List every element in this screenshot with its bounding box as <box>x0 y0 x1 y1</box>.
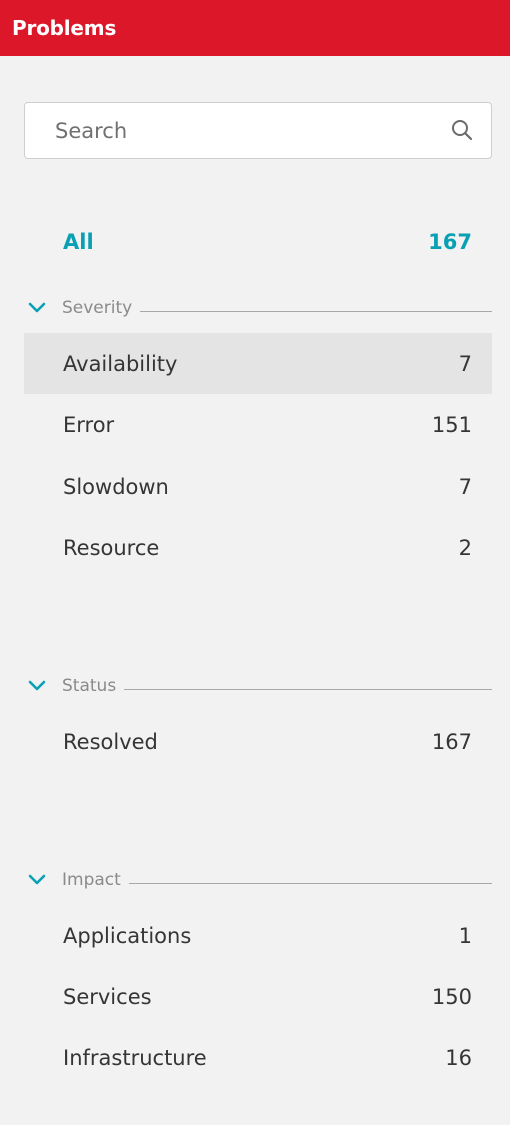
section-divider <box>128 882 492 884</box>
filter-item-label: Resource <box>63 535 160 560</box>
filter-item-resolved[interactable]: Resolved 167 <box>24 711 492 772</box>
filter-item-label: Applications <box>63 923 192 948</box>
filter-item-count: 7 <box>458 474 472 499</box>
search-input[interactable] <box>25 102 443 159</box>
search-box[interactable] <box>24 102 492 159</box>
filter-item-applications[interactable]: Applications 1 <box>24 905 492 966</box>
filter-item-label: Slowdown <box>63 474 169 499</box>
filter-item-count: 1 <box>458 923 472 948</box>
filter-item-label: Error <box>63 412 115 437</box>
filter-item-count: 2 <box>458 535 472 560</box>
section-severity-label: Severity <box>62 298 133 318</box>
filter-item-count: 7 <box>458 351 472 376</box>
filter-all-label: All <box>63 229 94 254</box>
filter-item-infrastructure[interactable]: Infrastructure 16 <box>24 1027 492 1088</box>
section-severity-header[interactable]: Severity <box>24 296 492 320</box>
filter-item-slowdown[interactable]: Slowdown 7 <box>24 456 492 517</box>
filter-item-resource[interactable]: Resource 2 <box>24 517 492 578</box>
section-status-label: Status <box>62 676 117 696</box>
filter-item-count: 150 <box>431 984 472 1009</box>
chevron-down-icon[interactable] <box>28 298 54 318</box>
filter-item-label: Services <box>63 984 152 1009</box>
filter-item-label: Resolved <box>63 729 158 754</box>
filter-all[interactable]: All 167 <box>24 211 492 272</box>
panel-header: Problems <box>0 0 510 56</box>
filter-item-availability[interactable]: Availability 7 <box>24 333 492 394</box>
section-status-header[interactable]: Status <box>24 674 492 698</box>
section-impact-label: Impact <box>62 870 121 890</box>
search-icon[interactable] <box>443 111 483 151</box>
panel-title: Problems <box>12 16 117 40</box>
chevron-down-icon[interactable] <box>28 676 54 696</box>
filter-item-label: Availability <box>63 351 178 376</box>
chevron-down-icon[interactable] <box>28 870 54 890</box>
filter-all-count: 167 <box>428 229 472 254</box>
filter-item-label: Infrastructure <box>63 1045 207 1070</box>
filter-item-count: 167 <box>431 729 472 754</box>
filter-item-services[interactable]: Services 150 <box>24 966 492 1027</box>
filter-item-count: 151 <box>431 412 472 437</box>
section-divider <box>124 688 492 690</box>
section-impact-header[interactable]: Impact <box>24 868 492 892</box>
section-divider <box>140 310 492 312</box>
filter-item-error[interactable]: Error 151 <box>24 394 492 455</box>
filter-item-count: 16 <box>445 1045 472 1070</box>
